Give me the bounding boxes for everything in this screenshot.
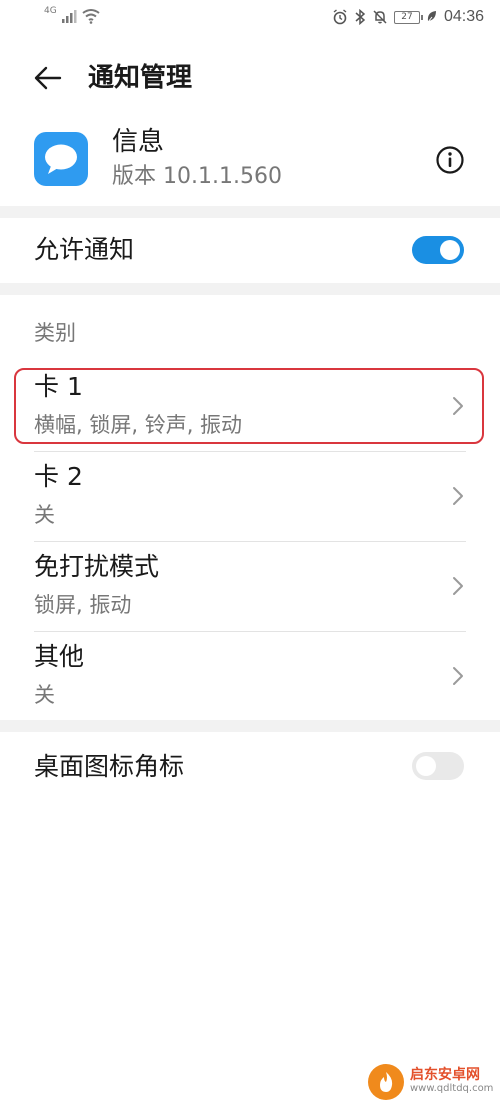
bluetooth-icon bbox=[355, 9, 366, 25]
category-item-title: 卡 2 bbox=[34, 462, 83, 491]
toggle-knob bbox=[440, 240, 460, 260]
category-item-do-not-disturb[interactable]: 免打扰模式 锁屏, 振动 bbox=[0, 544, 500, 630]
status-bar: 4G 27 04:36 bbox=[0, 0, 500, 36]
chevron-right-icon bbox=[453, 577, 463, 595]
section-gap bbox=[0, 206, 500, 218]
section-gap bbox=[0, 283, 500, 295]
divider bbox=[34, 451, 466, 452]
network-type: 4G bbox=[44, 6, 57, 16]
app-version: 版本 10.1.1.560 bbox=[112, 164, 282, 189]
watermark-text: 启东安卓网 www.qdltdq.com bbox=[410, 1068, 493, 1096]
wifi-icon bbox=[82, 9, 100, 24]
highlight-box bbox=[14, 368, 484, 444]
category-item-subtitle: 关 bbox=[34, 683, 55, 707]
section-gap bbox=[0, 720, 500, 732]
chat-bubble-icon bbox=[45, 144, 77, 174]
watermark: 启东安卓网 www.qdltdq.com bbox=[368, 1064, 493, 1100]
status-right: 27 04:36 bbox=[332, 8, 484, 26]
allow-notifications-row[interactable]: 允许通知 bbox=[0, 218, 500, 282]
badge-setting-toggle[interactable] bbox=[412, 752, 464, 780]
back-arrow-icon bbox=[34, 66, 62, 90]
category-section-label: 类别 bbox=[34, 321, 76, 345]
watermark-logo-icon bbox=[368, 1064, 404, 1100]
back-button[interactable] bbox=[30, 60, 66, 96]
page-title: 通知管理 bbox=[88, 63, 193, 93]
category-item-title: 免打扰模式 bbox=[34, 552, 160, 581]
app-name: 信息 bbox=[112, 127, 165, 157]
badge-setting-row[interactable]: 桌面图标角标 bbox=[0, 732, 500, 798]
app-info-button[interactable] bbox=[432, 142, 468, 178]
category-item-card2[interactable]: 卡 2 关 bbox=[0, 454, 500, 540]
leaf-icon bbox=[427, 11, 436, 23]
divider bbox=[34, 541, 466, 542]
alarm-icon bbox=[333, 9, 347, 25]
status-left: 4G bbox=[44, 6, 101, 24]
allow-notifications-label: 允许通知 bbox=[34, 235, 135, 264]
watermark-url: www.qdltdq.com bbox=[410, 1083, 494, 1094]
messages-app-icon bbox=[34, 132, 88, 186]
app-info: 信息 版本 10.1.1.560 bbox=[0, 116, 500, 204]
app-bar: 通知管理 bbox=[0, 50, 500, 106]
category-item-subtitle: 锁屏, 振动 bbox=[34, 593, 132, 617]
mute-bell-icon bbox=[373, 10, 387, 24]
clock: 04:36 bbox=[443, 8, 484, 25]
signal-icon bbox=[61, 10, 77, 23]
category-item-other[interactable]: 其他 关 bbox=[0, 634, 500, 720]
category-item-subtitle: 关 bbox=[34, 503, 55, 527]
battery-icon: 27 bbox=[393, 10, 423, 24]
watermark-name: 启东安卓网 bbox=[410, 1067, 480, 1083]
flame-icon bbox=[380, 1072, 393, 1092]
toggle-knob bbox=[416, 756, 436, 776]
chevron-right-icon bbox=[453, 487, 463, 505]
info-icon bbox=[436, 146, 464, 174]
divider bbox=[34, 631, 466, 632]
category-item-title: 其他 bbox=[34, 642, 85, 671]
allow-notifications-toggle[interactable] bbox=[412, 236, 464, 264]
chevron-right-icon bbox=[453, 667, 463, 685]
badge-setting-label: 桌面图标角标 bbox=[34, 752, 185, 781]
